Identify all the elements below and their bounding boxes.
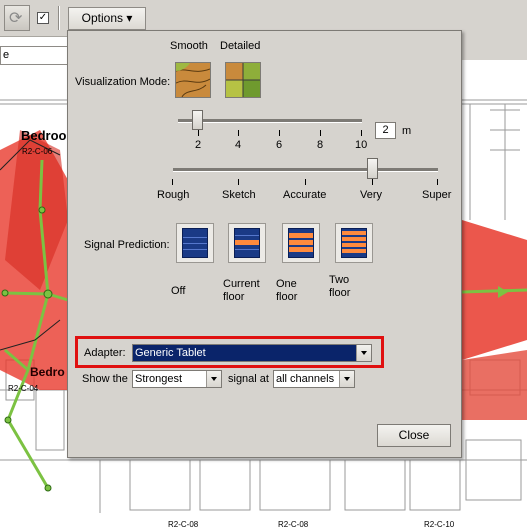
- room-label-bedroom-2: Bedro: [30, 365, 65, 379]
- adapter-value: Generic Tablet: [135, 347, 206, 359]
- room-code-5: R2-C-10: [424, 520, 455, 529]
- room-code-4: R2-C-08: [278, 520, 309, 529]
- chevron-down-icon[interactable]: [356, 345, 371, 361]
- signal-one-floor-label: One floor: [276, 278, 298, 303]
- options-dropdown-button[interactable]: Options ▾: [68, 7, 146, 30]
- size-slider-thumb[interactable]: [192, 110, 203, 130]
- signal-one-floor-icon: [288, 228, 314, 258]
- signal-two-floor-label: Two floor: [329, 274, 351, 299]
- signal-at-label: signal at: [228, 373, 269, 385]
- quality-tick-very: Very: [360, 189, 383, 201]
- signal-two-floor-icon: [341, 228, 367, 258]
- search-input[interactable]: e: [0, 46, 68, 65]
- room-label-bedroom-1: Bedroo: [21, 128, 67, 143]
- show-the-value: Strongest: [135, 373, 183, 385]
- refresh-button[interactable]: ⟳: [4, 5, 30, 31]
- toolbar-separator: [58, 6, 60, 30]
- smooth-mode-thumb[interactable]: [175, 62, 211, 98]
- adapter-label: Adapter:: [84, 347, 126, 359]
- size-tick-4: 4: [235, 139, 242, 151]
- detailed-grid-icon: [226, 63, 260, 97]
- signal-off-icon: [182, 228, 208, 258]
- signal-current-floor-button[interactable]: [228, 223, 266, 263]
- size-tick-8: 8: [317, 139, 324, 151]
- options-panel: Smooth Detailed Visualization Mode: 2 4 …: [67, 30, 462, 458]
- room-code-1: R2-C-06: [22, 147, 53, 156]
- detailed-label: Detailed: [220, 40, 261, 52]
- show-the-label: Show the: [82, 373, 128, 385]
- quality-tick-accurate: Accurate: [283, 189, 327, 201]
- quality-slider-track[interactable]: [173, 168, 438, 172]
- quality-slider-thumb[interactable]: [367, 158, 378, 179]
- size-tick-6: 6: [276, 139, 283, 151]
- chevron-down-icon[interactable]: [206, 371, 221, 387]
- signal-at-select[interactable]: all channels: [273, 370, 355, 388]
- signal-current-floor-icon: [234, 228, 260, 258]
- refresh-icon: ⟳: [9, 10, 23, 27]
- signal-one-floor-button[interactable]: [282, 223, 320, 263]
- quality-tick-super: Super: [422, 189, 452, 201]
- signal-off-button[interactable]: [176, 223, 214, 263]
- right-toolbar-strip: [462, 36, 527, 60]
- signal-at-value: all channels: [276, 373, 335, 385]
- show-heatmap-checkbox[interactable]: ✓: [37, 12, 49, 24]
- visualization-mode-label: Visualization Mode:: [75, 76, 171, 88]
- room-code-3: R2-C-08: [168, 520, 199, 529]
- size-tick-2: 2: [195, 139, 202, 151]
- signal-two-floor-button[interactable]: [335, 223, 373, 263]
- detailed-mode-thumb[interactable]: [225, 62, 261, 98]
- quality-tick-sketch: Sketch: [222, 189, 256, 201]
- quality-tick-rough: Rough: [157, 189, 190, 201]
- signal-prediction-label: Signal Prediction:: [84, 239, 170, 251]
- close-button[interactable]: Close: [377, 424, 451, 447]
- size-unit-label: m: [402, 125, 412, 137]
- room-code-2: R2-C-04: [8, 384, 39, 393]
- size-slider-track[interactable]: [178, 119, 362, 123]
- smooth-label: Smooth: [170, 40, 208, 52]
- signal-current-floor-label: Current floor: [223, 278, 260, 303]
- adapter-select[interactable]: Generic Tablet: [132, 344, 372, 362]
- smooth-contour-icon: [175, 63, 211, 98]
- size-value-input[interactable]: 2: [375, 122, 396, 139]
- signal-off-label: Off: [171, 285, 186, 297]
- chevron-down-icon[interactable]: [339, 371, 354, 387]
- show-the-select[interactable]: Strongest: [132, 370, 222, 388]
- size-tick-10: 10: [355, 139, 368, 151]
